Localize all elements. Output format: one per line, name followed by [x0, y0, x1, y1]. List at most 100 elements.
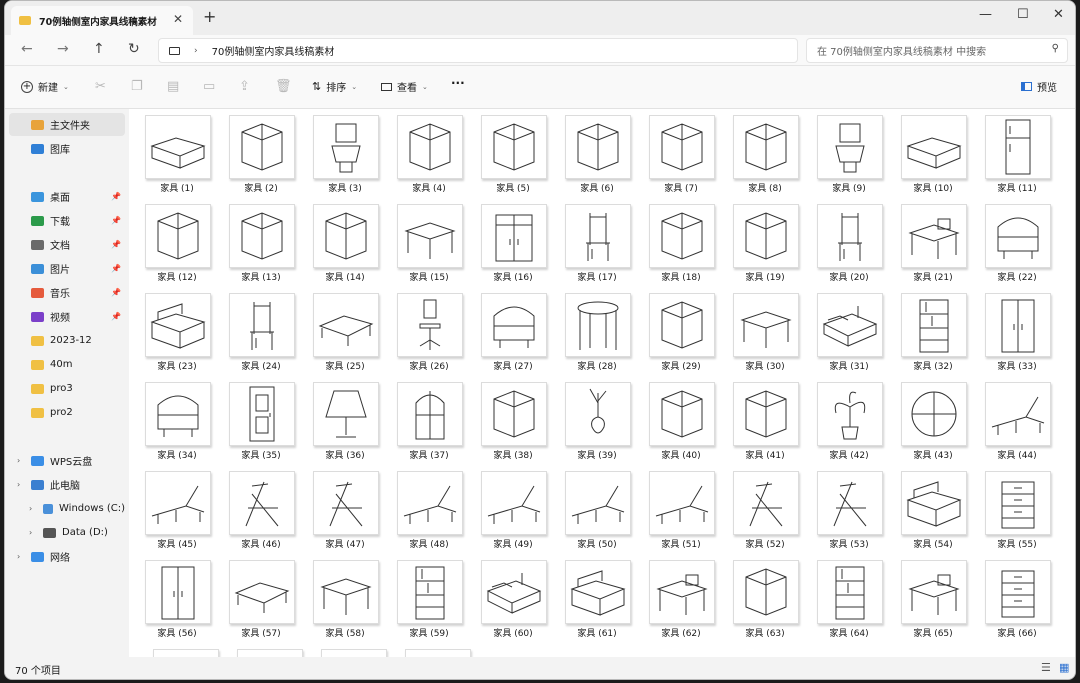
file-item[interactable]: 家具 (33) — [977, 287, 1057, 374]
file-item[interactable]: 家具 (66) — [977, 554, 1057, 641]
sidebar-item-7[interactable]: 视频 📌 — [9, 305, 125, 328]
file-item[interactable]: 家具 (18) — [641, 198, 721, 285]
file-item[interactable]: 家具 (48) — [389, 465, 469, 552]
file-item[interactable]: 家具 (44) — [977, 376, 1057, 463]
file-item[interactable]: 家具 (58) — [305, 554, 385, 641]
file-item[interactable]: 家具 (22) — [977, 198, 1057, 285]
file-item[interactable]: 家具 (54) — [893, 465, 973, 552]
file-item[interactable]: 家具 (29) — [641, 287, 721, 374]
sidebar-item-9[interactable]: 40m — [9, 353, 125, 376]
rename-icon[interactable]: ▭ — [203, 79, 215, 94]
file-item[interactable]: 家具 (3) — [305, 109, 385, 196]
chevron-right-icon[interactable]: › — [29, 504, 32, 513]
file-item[interactable]: 家具 (6) — [557, 109, 637, 196]
file-item[interactable]: 家具 (61) — [557, 554, 637, 641]
file-item[interactable]: 家具 (7) — [641, 109, 721, 196]
file-item[interactable]: 家具 (50) — [557, 465, 637, 552]
new-tab-button[interactable]: + — [203, 7, 216, 26]
refresh-icon[interactable]: ↻ — [128, 41, 140, 57]
sidebar-item-3[interactable]: 下载 📌 — [9, 209, 125, 232]
sidebar-item-16[interactable]: › 网络 — [9, 545, 125, 568]
file-item[interactable]: 家具 (62) — [641, 554, 721, 641]
file-item[interactable]: 家具 (38) — [473, 376, 553, 463]
cut-icon[interactable]: ✂ — [95, 79, 106, 94]
search-input[interactable]: 在 70例轴侧室内家具线稿素材 中搜索 ⚲ — [806, 38, 1068, 63]
file-item[interactable]: 家具 (20) — [809, 198, 889, 285]
file-item[interactable]: 家具 (42) — [809, 376, 889, 463]
back-arrow-icon[interactable]: ← — [21, 41, 33, 57]
file-item[interactable]: 家具 (23) — [137, 287, 217, 374]
file-item[interactable]: 家具 (10) — [893, 109, 973, 196]
details-view-icon[interactable]: ☰ — [1041, 661, 1051, 674]
forward-arrow-icon[interactable]: → — [57, 41, 69, 57]
file-item[interactable]: 家具 (34) — [137, 376, 217, 463]
file-item[interactable]: 家具 (46) — [221, 465, 301, 552]
file-item[interactable]: 家具 (63) — [725, 554, 805, 641]
chevron-right-icon[interactable]: › — [17, 480, 20, 489]
view-button[interactable]: 查看 ⌄ — [381, 79, 428, 94]
sidebar-item-12[interactable]: › WPS云盘 — [9, 449, 125, 472]
sidebar-item-4[interactable]: 文档 📌 — [9, 233, 125, 256]
file-item[interactable]: 家具 (55) — [977, 465, 1057, 552]
file-item[interactable]: 家具 (4) — [389, 109, 469, 196]
delete-icon[interactable]: 🗑 — [275, 79, 292, 94]
file-item[interactable]: 家具 (56) — [137, 554, 217, 641]
preview-pane-button[interactable]: 预览 — [1021, 79, 1057, 94]
tab-current[interactable]: 70例轴侧室内家具线稿素材 ✕ — [11, 6, 193, 35]
sidebar-item-10[interactable]: pro3 — [9, 377, 125, 400]
tab-close-icon[interactable]: ✕ — [173, 12, 183, 26]
share-icon[interactable]: ⇪ — [239, 79, 250, 94]
sidebar-item-6[interactable]: 音乐 📌 — [9, 281, 125, 304]
paste-icon[interactable]: ▤ — [167, 79, 179, 94]
minimize-button[interactable]: — — [979, 7, 992, 22]
file-item[interactable]: 家具 (36) — [305, 376, 385, 463]
sidebar-item-11[interactable]: pro2 — [9, 401, 125, 424]
file-item[interactable]: 家具 (21) — [893, 198, 973, 285]
sidebar-item-5[interactable]: 图片 📌 — [9, 257, 125, 280]
file-item[interactable]: 家具 (17) — [557, 198, 637, 285]
file-item[interactable]: 家具 (47) — [305, 465, 385, 552]
chevron-right-icon[interactable]: › — [17, 552, 20, 561]
file-item[interactable]: 家具 (24) — [221, 287, 301, 374]
chevron-right-icon[interactable]: › — [29, 528, 32, 537]
file-item[interactable]: 家具 (16) — [473, 198, 553, 285]
sidebar-item-14[interactable]: › Windows (C:) — [9, 497, 125, 520]
file-item[interactable]: 家具 (14) — [305, 198, 385, 285]
breadcrumb-path[interactable]: 70例轴侧室内家具线稿素材 — [212, 43, 335, 58]
file-item[interactable]: 家具 (64) — [809, 554, 889, 641]
file-item[interactable]: 家具 (26) — [389, 287, 469, 374]
file-item[interactable]: 家具 (11) — [977, 109, 1057, 196]
up-arrow-icon[interactable]: ↑ — [93, 41, 105, 57]
file-item[interactable]: 家具 (35) — [221, 376, 301, 463]
file-item[interactable]: 家具 (30) — [725, 287, 805, 374]
sidebar-item-15[interactable]: › Data (D:) — [9, 521, 125, 544]
file-item[interactable]: 家具 (49) — [473, 465, 553, 552]
file-item[interactable]: 家具 (45) — [137, 465, 217, 552]
file-item[interactable]: 家具 (31) — [809, 287, 889, 374]
file-item[interactable]: 家具 (1) — [137, 109, 217, 196]
file-item[interactable]: 家具 (52) — [725, 465, 805, 552]
file-item[interactable]: 家具 (12) — [137, 198, 217, 285]
more-options-button[interactable]: ··· — [451, 76, 465, 90]
sidebar-item-8[interactable]: 2023-12 — [9, 329, 125, 352]
sidebar-item-2[interactable]: 桌面 📌 — [9, 185, 125, 208]
file-item[interactable]: 家具 (5) — [473, 109, 553, 196]
file-item[interactable]: 家具 (27) — [473, 287, 553, 374]
file-item[interactable]: 家具 (39) — [557, 376, 637, 463]
sidebar-item-13[interactable]: › 此电脑 — [9, 473, 125, 496]
file-item[interactable]: 家具 (9) — [809, 109, 889, 196]
file-item[interactable]: 家具 (51) — [641, 465, 721, 552]
file-item[interactable]: 家具 (37) — [389, 376, 469, 463]
file-item[interactable]: 家具 (60) — [473, 554, 553, 641]
file-item[interactable]: 家具 (43) — [893, 376, 973, 463]
file-item[interactable]: 家具 (13) — [221, 198, 301, 285]
new-button[interactable]: + 新建 ⌄ — [21, 79, 69, 94]
file-item[interactable]: 家具 (25) — [305, 287, 385, 374]
file-item[interactable]: 家具 (41) — [725, 376, 805, 463]
tiles-view-icon[interactable]: ▦ — [1059, 661, 1069, 674]
breadcrumb[interactable]: › 70例轴侧室内家具线稿素材 — [158, 38, 798, 63]
file-item[interactable]: 家具 (2) — [221, 109, 301, 196]
file-item[interactable]: 家具 (59) — [389, 554, 469, 641]
file-item[interactable]: 家具 (15) — [389, 198, 469, 285]
file-item[interactable]: 家具 (19) — [725, 198, 805, 285]
